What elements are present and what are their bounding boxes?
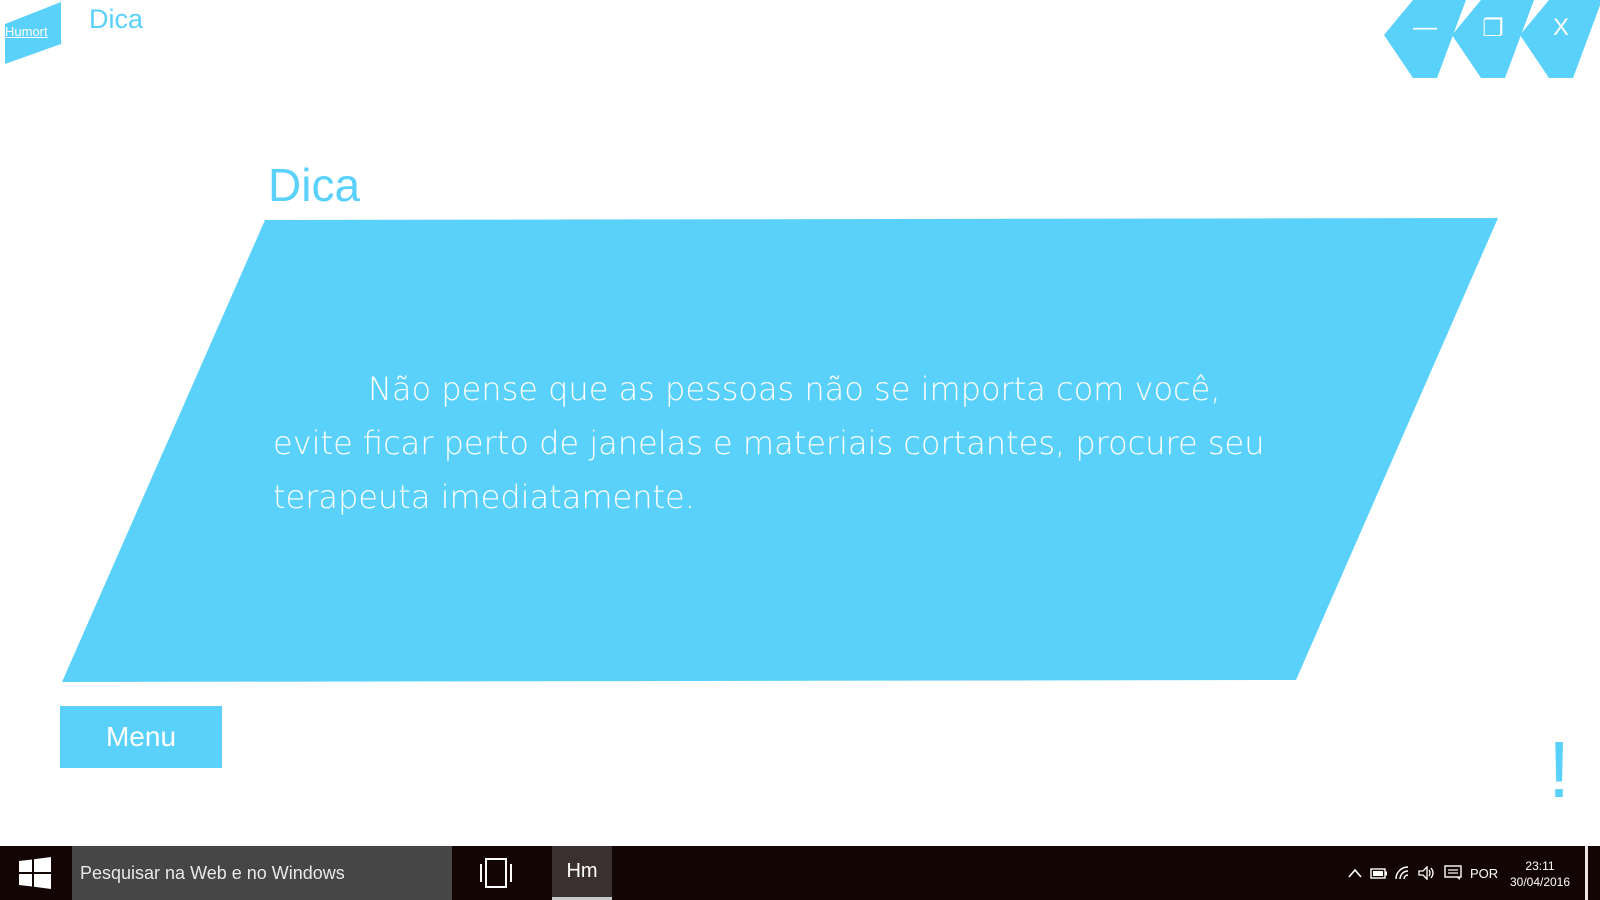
logo-text: Humort — [5, 24, 48, 39]
notifications-icon[interactable] — [1444, 846, 1462, 900]
language-indicator[interactable]: POR — [1470, 846, 1498, 900]
alert-icon[interactable]: ! — [1548, 730, 1570, 810]
app-logo[interactable]: Humort — [5, 2, 61, 64]
taskbar-search-input[interactable]: Pesquisar na Web e no Windows — [72, 846, 452, 900]
page-title: Dica — [268, 159, 361, 211]
windows-icon — [19, 857, 51, 889]
taskbar: Pesquisar na Web e no Windows Hm POR 23:… — [0, 846, 1600, 900]
close-button[interactable]: X — [1520, 0, 1600, 78]
clock-time: 23:11 — [1525, 859, 1555, 873]
wifi-icon[interactable] — [1394, 846, 1412, 900]
tip-text: Não pense que as pessoas não se importa … — [273, 370, 1265, 516]
battery-icon[interactable] — [1370, 846, 1388, 900]
clock-date: 30/04/2016 — [1509, 875, 1571, 889]
start-button[interactable] — [0, 846, 70, 900]
task-view-icon — [480, 858, 512, 888]
volume-icon[interactable] — [1418, 846, 1436, 900]
taskbar-app-hm[interactable]: Hm — [552, 846, 612, 900]
close-icon: X — [1552, 14, 1569, 41]
window-title: Dica — [89, 4, 144, 34]
menu-button[interactable]: Menu — [60, 706, 222, 768]
taskbar-clock[interactable]: 23:11 30/04/2016 — [1502, 858, 1578, 890]
chevron-up-icon[interactable] — [1348, 846, 1362, 900]
show-desktop-button[interactable] — [1585, 846, 1588, 900]
task-view-button[interactable] — [470, 846, 522, 900]
